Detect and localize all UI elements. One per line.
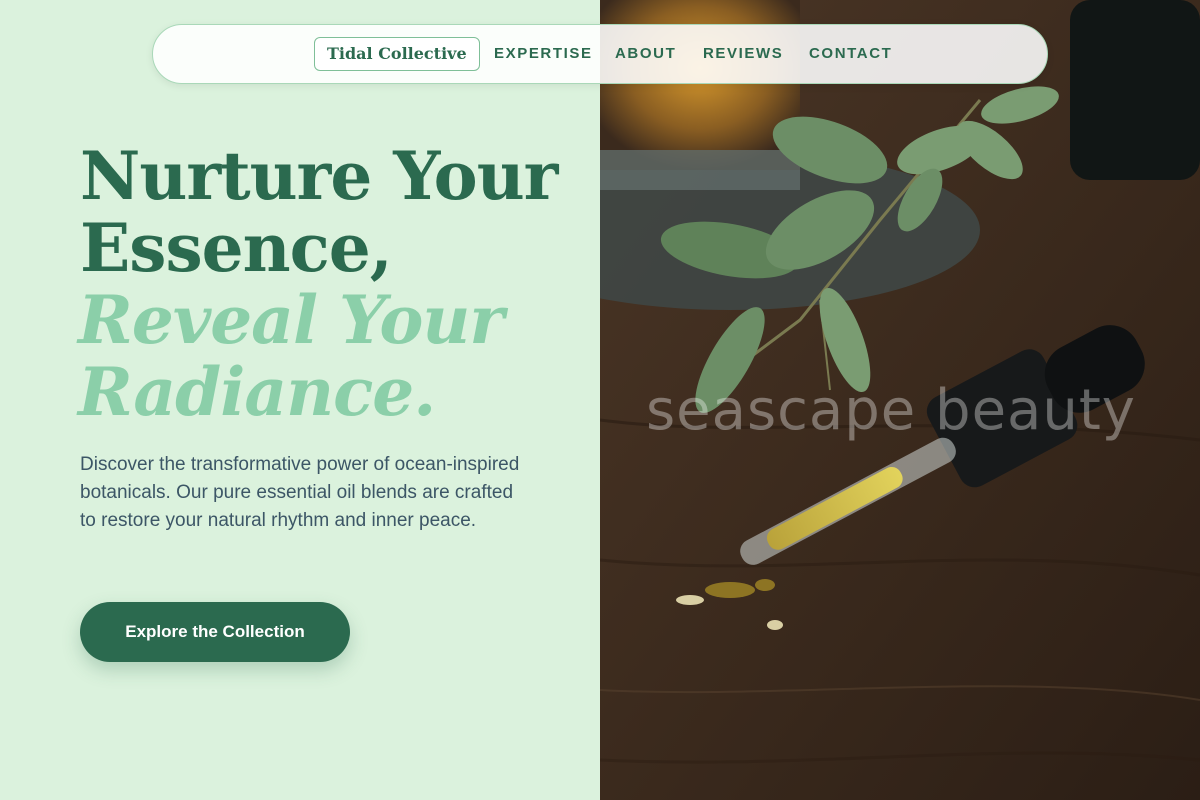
nav-link-reviews[interactable]: REVIEWS [703, 45, 783, 62]
nav-link-contact[interactable]: CONTACT [809, 45, 892, 62]
nav-link-expertise[interactable]: EXPERTISE [494, 45, 593, 62]
hero-description: Discover the transformative power of oce… [80, 454, 520, 531]
nav-link-about[interactable]: ABOUT [615, 45, 676, 62]
hero-heading-line1: Nurture Your [80, 137, 558, 215]
photo-watermark: seascape beauty [646, 378, 1136, 443]
brand-logo[interactable]: Tidal Collective [314, 37, 480, 71]
hero-heading-line3: Reveal Your [78, 281, 504, 359]
hero-heading-line2: Essence, [80, 209, 393, 287]
hero-photo: seascape beauty [600, 0, 1200, 800]
top-navigation: Tidal Collective EXPERTISE ABOUT REVIEWS… [152, 24, 1048, 84]
explore-collection-button[interactable]: Explore the Collection [80, 602, 350, 662]
hero-heading-line4: Radiance. [78, 353, 436, 431]
